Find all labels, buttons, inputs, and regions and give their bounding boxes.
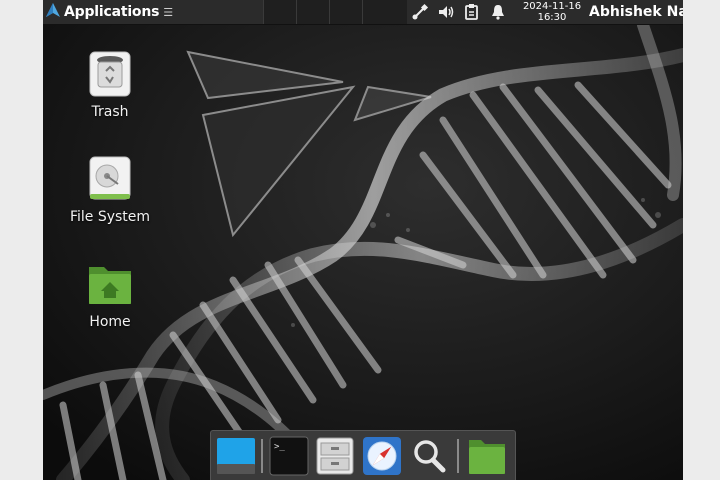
desktop-icon-label: File System [69, 209, 151, 225]
desktop-icon-file-system[interactable]: File System [60, 156, 160, 225]
app-finder-icon [414, 440, 446, 473]
web-browser-icon [363, 437, 401, 475]
dock-separator [261, 439, 263, 473]
applications-label: Applications [64, 4, 160, 20]
user-menu[interactable]: Abhishek Nair [589, 0, 683, 24]
app-launcher-icon [45, 2, 61, 22]
file-manager-icon [316, 437, 354, 475]
workspace-4[interactable] [362, 0, 407, 24]
terminal-icon: >_ [269, 436, 309, 476]
hard-drive-icon [87, 156, 133, 202]
clock-date: 2024-11-16 [522, 1, 582, 12]
applications-menu-button[interactable]: Applications ☰ [43, 0, 177, 24]
terminal-button[interactable]: >_ [269, 436, 309, 476]
clock-time: 16:30 [537, 12, 567, 23]
desktop-icon-label: Trash [91, 104, 129, 120]
file-manager-button[interactable] [315, 436, 355, 476]
trash-icon [87, 51, 133, 97]
top-panel: Applications ☰ 2024-11-16 16:30 Abhishek… [43, 0, 683, 25]
notification-bell-icon[interactable] [488, 2, 508, 22]
volume-icon[interactable] [436, 2, 456, 22]
folder-button[interactable] [467, 436, 507, 476]
workspace-3[interactable] [329, 0, 362, 24]
workspace-1[interactable] [263, 0, 296, 24]
folder-icon [469, 440, 505, 474]
web-browser-button[interactable] [362, 436, 402, 476]
menu-lines-icon: ☰ [163, 5, 174, 19]
desktop-screen: Applications ☰ 2024-11-16 16:30 Abhishek… [43, 0, 683, 480]
app-finder-button[interactable] [409, 436, 449, 476]
system-tray [407, 0, 511, 24]
desktop-icon-trash[interactable]: Trash [60, 51, 160, 120]
home-folder-icon [87, 261, 133, 307]
svg-text:>_: >_ [274, 442, 285, 452]
desktop-icon-label: Home [89, 314, 131, 330]
desktop-icon-home[interactable]: Home [60, 261, 160, 330]
clipboard-icon[interactable] [462, 2, 482, 22]
show-desktop-button[interactable] [216, 436, 256, 476]
dock-separator [457, 439, 459, 473]
network-wired-icon[interactable] [410, 2, 430, 22]
show-desktop-icon [217, 438, 255, 474]
workspace-2[interactable] [296, 0, 329, 24]
dock: >_ [210, 430, 516, 480]
clock[interactable]: 2024-11-16 16:30 [521, 1, 583, 23]
